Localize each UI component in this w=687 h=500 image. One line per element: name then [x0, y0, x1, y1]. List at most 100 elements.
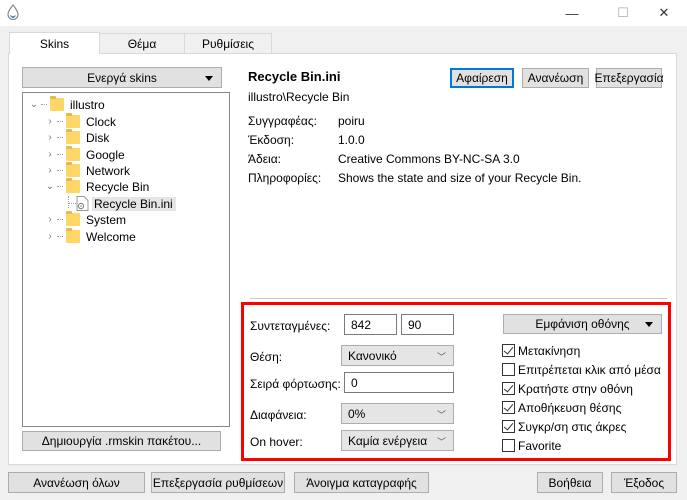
chevron-right-icon[interactable]: › [45, 132, 55, 143]
checkbox-label: Favorite [518, 438, 562, 453]
tree-connector [57, 137, 63, 138]
chevron-right-icon[interactable]: › [45, 214, 55, 225]
chevron-down-icon[interactable]: ⌄ [29, 99, 39, 110]
tab-settings[interactable]: Ρυθμίσεις [184, 33, 272, 54]
tree-item-label: Recycle Bin [86, 179, 150, 194]
divider [250, 298, 667, 299]
tree-connector [68, 203, 76, 204]
save-position-checkbox[interactable]: Αποθήκευση θέσης [502, 399, 621, 416]
position-label: Θέση: [250, 350, 283, 364]
checkbox-checked-icon[interactable] [502, 344, 515, 357]
dropdown-arrow-icon [205, 75, 213, 81]
draggable-checkbox[interactable]: Μετακίνηση [502, 342, 580, 359]
load-order-input[interactable]: 0 [344, 372, 454, 393]
version-value: 1.0.0 [338, 133, 365, 147]
tree-item-welcome[interactable]: › Welcome [45, 228, 136, 245]
tree-item-recycle-bin-ini[interactable]: Recycle Bin.ini [68, 195, 176, 212]
folder-icon [66, 162, 80, 177]
coordinates-label: Συντεταγμένες: [250, 319, 331, 333]
tree-item-illustro[interactable]: ⌄ illustro [29, 96, 105, 113]
minimize-button[interactable]: — [549, 0, 595, 26]
tree-connector [57, 121, 63, 122]
exit-button[interactable]: Έξοδος [611, 472, 677, 493]
checkbox-label: Μετακίνηση [518, 343, 581, 358]
tree-connector [41, 104, 47, 105]
skins-tree[interactable]: ⌄ illustro › Clock › Disk › Google › Net… [22, 92, 230, 427]
snap-to-edges-checkbox[interactable]: Συγκρ/ση στις άκρες [502, 418, 626, 435]
tree-item-network[interactable]: › Network [45, 162, 130, 179]
on-hover-select[interactable]: Καμία ενέργεια ﹀ [341, 430, 454, 451]
skin-title: Recycle Bin.ini [248, 69, 341, 84]
on-hover-value: Καμία ενέργεια [348, 433, 428, 448]
chevron-down-icon: ﹀ [436, 352, 446, 362]
refresh-button[interactable]: Ανανέωση [522, 68, 589, 88]
folder-icon [66, 129, 80, 144]
position-value: Κανονικό [348, 348, 397, 363]
tree-item-disk[interactable]: › Disk [45, 129, 109, 146]
tree-connector [57, 219, 63, 220]
remove-button[interactable]: Αφαίρεση [450, 68, 514, 88]
transparency-select[interactable]: 0% ﹀ [341, 403, 454, 424]
tree-item-label: Recycle Bin.ini [92, 196, 176, 211]
chevron-right-icon[interactable]: › [45, 116, 55, 127]
click-through-checkbox[interactable]: Επιτρέπεται κλικ από μέσα [502, 361, 661, 378]
refresh-all-button[interactable]: Ανανέωση όλων [8, 472, 145, 493]
information-label: Πληροφορίες: [248, 171, 322, 185]
coordinate-x-input[interactable]: 842 [344, 314, 397, 335]
tab-skins[interactable]: Skins [9, 32, 100, 54]
checkbox-checked-icon[interactable] [502, 401, 515, 414]
checkbox-checked-icon[interactable] [502, 420, 515, 433]
chevron-right-icon[interactable]: › [45, 149, 55, 160]
checkbox-checked-icon[interactable] [502, 382, 515, 395]
on-hover-label: On hover: [250, 435, 303, 449]
chevron-down-icon: ﹀ [436, 410, 446, 420]
license-value: Creative Commons BY-NC-SA 3.0 [338, 152, 520, 166]
open-log-button[interactable]: Άνοιγμα καταγραφής [294, 472, 429, 493]
tree-item-system[interactable]: › System [45, 211, 126, 228]
tab-theme[interactable]: Θέμα [99, 33, 185, 54]
author-value: poiru [338, 114, 365, 128]
favorite-checkbox[interactable]: Favorite [502, 437, 561, 454]
transparency-value: 0% [348, 406, 366, 421]
checkbox-unchecked-icon[interactable] [502, 439, 515, 452]
chevron-right-icon[interactable]: › [45, 165, 55, 176]
tree-item-label: Disk [86, 130, 110, 145]
droplet-icon [6, 4, 20, 21]
edit-settings-button[interactable]: Επεξεργασία ρυθμίσεων [151, 472, 285, 493]
display-monitor-dropdown[interactable]: Εμφάνιση οθόνης [503, 314, 662, 334]
help-button[interactable]: Βοήθεια [537, 472, 603, 493]
tree-item-label: illustro [70, 97, 105, 112]
author-label: Συγγραφέας: [248, 114, 317, 128]
folder-icon [66, 228, 80, 243]
license-label: Άδεια: [248, 152, 281, 166]
chevron-down-icon[interactable]: ⌄ [45, 181, 55, 192]
tree-item-clock[interactable]: › Clock [45, 113, 116, 130]
edit-button[interactable]: Επεξεργασία [594, 68, 664, 88]
checkbox-label: Αποθήκευση θέσης [518, 400, 622, 415]
keep-on-screen-checkbox[interactable]: Κρατήστε στην οθόνη [502, 380, 633, 397]
tree-item-label: Clock [86, 114, 117, 129]
position-select[interactable]: Κανονικό ﹀ [341, 345, 454, 366]
information-value: Shows the state and size of your Recycle… [338, 171, 582, 185]
close-button[interactable]: ✕ [641, 0, 687, 26]
create-rmskin-package-button[interactable]: Δημιουργία .rmskin πακέτου... [22, 431, 221, 451]
tree-connector [57, 154, 63, 155]
tree-item-google[interactable]: › Google [45, 146, 125, 163]
version-label: Έκδοση: [248, 133, 295, 147]
active-skins-dropdown[interactable]: Ενεργά skins [22, 67, 222, 88]
display-monitor-label: Εμφάνιση οθόνης [535, 317, 630, 331]
settings-file-icon [76, 196, 89, 211]
chevron-down-icon: ﹀ [436, 437, 446, 447]
folder-icon [66, 211, 80, 226]
dropdown-arrow-icon [645, 322, 653, 327]
tree-connector [57, 170, 63, 171]
folder-icon [66, 178, 80, 193]
tree-item-label: Welcome [86, 229, 136, 244]
coordinate-y-input[interactable]: 90 [401, 314, 454, 335]
tree-item-recycle-bin[interactable]: ⌄ Recycle Bin [45, 178, 149, 195]
checkbox-label: Επιτρέπεται κλικ από μέσα [518, 362, 661, 377]
maximize-button[interactable]: ☐ [600, 0, 646, 26]
folder-icon [50, 96, 64, 111]
chevron-right-icon[interactable]: › [45, 231, 55, 242]
checkbox-unchecked-icon[interactable] [502, 363, 515, 376]
